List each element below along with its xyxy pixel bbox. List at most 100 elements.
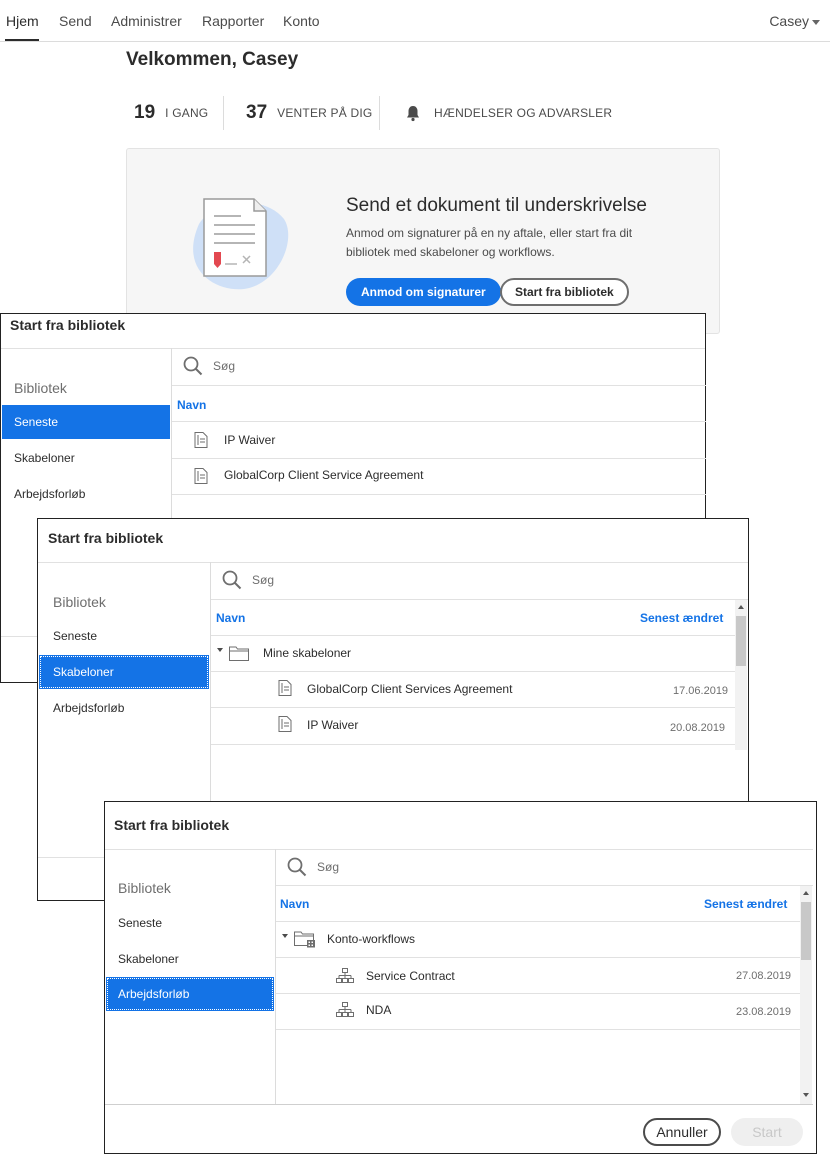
search-input[interactable]: Søg	[287, 849, 807, 885]
folder-name: Mine skabeloner	[263, 646, 352, 660]
divider	[276, 1029, 800, 1030]
document-icon	[278, 680, 292, 696]
document-icon	[194, 432, 208, 448]
tab-send[interactable]: Send	[59, 13, 92, 29]
active-tab-indicator	[5, 39, 39, 41]
divider	[172, 494, 706, 495]
stat-in-progress[interactable]: 19 I GANG	[134, 96, 208, 130]
divider	[276, 885, 813, 886]
send-document-card: Send et dokument til underskrivelse Anmo…	[126, 148, 720, 334]
sidebar-heading: Bibliotek	[118, 880, 171, 896]
list-item[interactable]: IP Waiver	[172, 422, 706, 458]
start-button[interactable]: Start	[731, 1118, 803, 1146]
request-signatures-button[interactable]: Anmod om signaturer	[346, 278, 501, 306]
sidebar-item-recent[interactable]: Seneste	[106, 906, 274, 940]
card-description: Anmod om signaturer på en ny aftale, ell…	[346, 226, 633, 259]
sidebar-item-recent[interactable]: Seneste	[2, 405, 170, 439]
disclosure-triangle-icon[interactable]	[282, 934, 288, 938]
start-from-library-button[interactable]: Start fra bibliotek	[500, 278, 629, 306]
bell-icon	[407, 106, 419, 122]
library-sidebar: Bibliotek Seneste Skabeloner Arbejdsforl…	[105, 849, 275, 1109]
list-item[interactable]: GlobalCorp Client Services Agreement 17.…	[211, 672, 735, 708]
item-date: 17.06.2019	[673, 685, 729, 697]
sidebar-item-templates[interactable]: Skabeloner	[39, 655, 209, 689]
dialog-title: Start fra bibliotek	[10, 317, 126, 333]
dialog-title: Start fra bibliotek	[48, 530, 164, 546]
search-placeholder: Søg	[317, 860, 340, 874]
sidebar-item-recent[interactable]: Seneste	[39, 619, 209, 653]
stat-waiting-for-you[interactable]: 37 VENTER PÅ DIG	[246, 96, 372, 130]
tab-manage[interactable]: Administrer	[111, 13, 182, 29]
scroll-down-icon[interactable]	[803, 1093, 809, 1097]
divider	[223, 96, 224, 130]
item-name: GlobalCorp Client Service Agreement	[224, 468, 424, 482]
stats-bar: 19 I GANG 37 VENTER PÅ DIG HÆNDELSER OG …	[126, 96, 726, 130]
stat-count: 37	[246, 102, 268, 123]
dialog-title: Start fra bibliotek	[114, 817, 230, 833]
stat-label: HÆNDELSER OG ADVARSLER	[434, 106, 613, 120]
search-icon	[222, 570, 242, 590]
folder-row[interactable]: Konto-workflows	[276, 922, 800, 958]
stat-events-alerts[interactable]: HÆNDELSER OG ADVARSLER	[404, 96, 612, 130]
column-header-modified[interactable]: Senest ændret	[704, 897, 787, 911]
scroll-up-icon[interactable]	[803, 891, 809, 895]
document-icon	[278, 716, 292, 732]
chevron-down-icon	[812, 19, 820, 25]
cancel-button[interactable]: Annuller	[643, 1118, 721, 1146]
library-dialog-workflows: Start fra bibliotek Bibliotek Seneste Sk…	[104, 801, 817, 1154]
column-header-name[interactable]: Navn	[280, 897, 309, 911]
sidebar-item-templates[interactable]: Skabeloner	[106, 942, 274, 976]
item-name: IP Waiver	[224, 433, 276, 447]
list-item[interactable]: GlobalCorp Client Service Agreement	[172, 459, 706, 495]
tab-home[interactable]: Hjem	[6, 13, 39, 29]
search-icon	[287, 857, 307, 877]
divider	[105, 1104, 813, 1105]
tab-account[interactable]: Konto	[283, 13, 320, 29]
document-icon	[194, 468, 208, 484]
sidebar-item-workflows[interactable]: Arbejdsforløb	[106, 977, 274, 1011]
tab-reports[interactable]: Rapporter	[202, 13, 264, 29]
top-nav: Hjem Send Administrer Rapporter Konto Ca…	[0, 0, 830, 42]
sidebar-heading: Bibliotek	[53, 594, 106, 610]
divider	[379, 96, 380, 130]
workflow-icon	[336, 1002, 354, 1017]
card-title: Send et dokument til underskrivelse	[346, 195, 647, 216]
scrollbar-thumb[interactable]	[801, 902, 811, 960]
item-date: 23.08.2019	[736, 1006, 792, 1018]
disclosure-triangle-icon[interactable]	[217, 648, 223, 652]
folder-icon	[229, 646, 249, 661]
divider	[38, 857, 110, 858]
search-input[interactable]: Søg	[222, 562, 742, 598]
column-header-name[interactable]: Navn	[177, 398, 206, 412]
folder-row[interactable]: Mine skabeloner	[211, 636, 735, 672]
search-icon	[183, 356, 203, 376]
scroll-up-icon[interactable]	[738, 605, 744, 609]
divider	[211, 744, 735, 745]
search-input[interactable]: Søg	[183, 348, 703, 384]
search-placeholder: Søg	[213, 359, 236, 373]
item-name: GlobalCorp Client Services Agreement	[307, 682, 513, 696]
item-date: 20.08.2019	[670, 722, 726, 734]
sidebar-item-workflows[interactable]: Arbejdsforløb	[39, 691, 209, 725]
workflow-icon	[336, 968, 354, 983]
list-item[interactable]: Service Contract 27.08.2019	[276, 958, 800, 994]
shared-folder-icon	[294, 931, 315, 948]
search-placeholder: Søg	[252, 573, 275, 587]
user-name: Casey	[769, 13, 809, 29]
column-header-modified[interactable]: Senest ændret	[640, 611, 723, 625]
stat-label: I GANG	[165, 106, 209, 120]
divider	[211, 599, 748, 600]
stat-count: 19	[134, 102, 156, 123]
page-title: Velkommen, Casey	[126, 49, 299, 70]
user-menu[interactable]: Casey	[769, 13, 820, 29]
sidebar-item-templates[interactable]: Skabeloner	[2, 441, 170, 475]
item-date: 27.08.2019	[736, 970, 792, 982]
column-header-name[interactable]: Navn	[216, 611, 245, 625]
item-name: IP Waiver	[307, 718, 359, 732]
scrollbar-thumb[interactable]	[736, 616, 746, 666]
list-item[interactable]: NDA 23.08.2019	[276, 994, 800, 1030]
sidebar-item-workflows[interactable]: Arbejdsforløb	[2, 477, 170, 511]
list-item[interactable]: IP Waiver 20.08.2019	[211, 708, 735, 744]
folder-name: Konto-workflows	[327, 932, 416, 946]
document-illustration-icon	[193, 198, 289, 290]
